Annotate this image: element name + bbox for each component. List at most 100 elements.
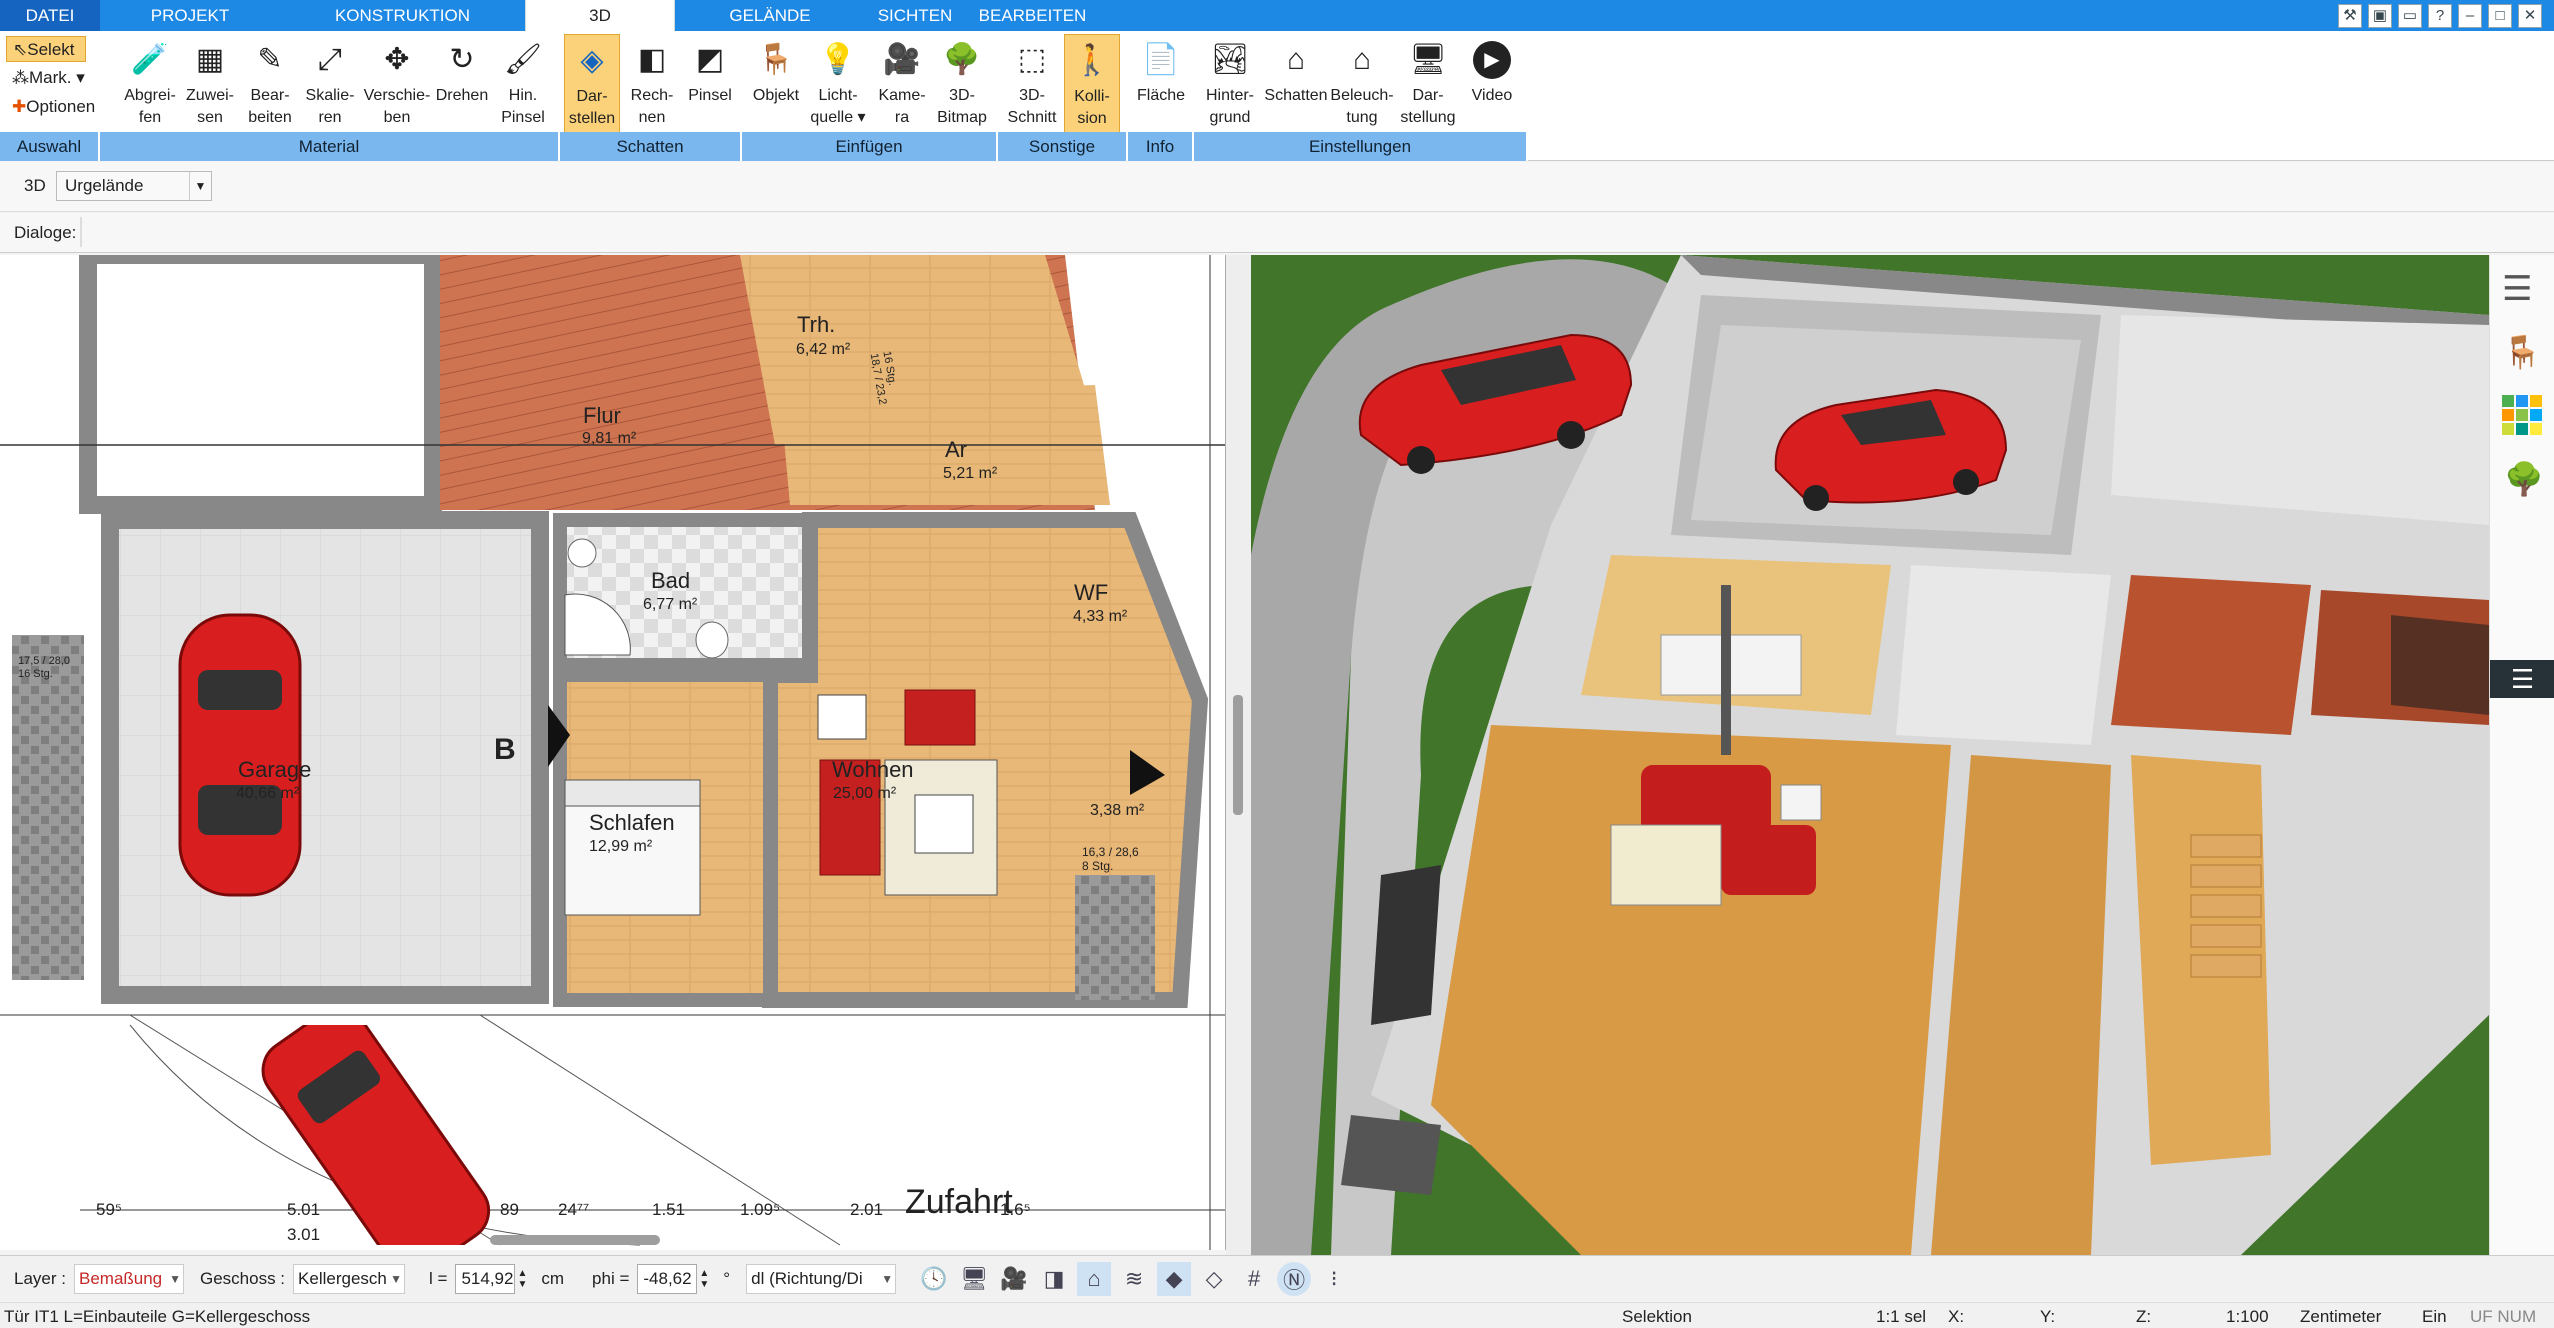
plant-icon[interactable]: 🌳: [2504, 460, 2544, 498]
lichtquelle-button[interactable]: 💡 Licht-quelle ▾: [808, 34, 868, 134]
skalieren-button[interactable]: ⤢ Skalie-ren: [300, 34, 360, 134]
room-name-ar: Ar: [945, 437, 967, 462]
zuweisen-button[interactable]: ▦ Zuwei-sen: [180, 34, 240, 134]
verschieben-button[interactable]: ✥ Verschie-ben: [362, 34, 432, 134]
objekt-button[interactable]: 🪑 Objekt: [746, 34, 806, 134]
group-caption-einstellungen: Einstellungen: [1194, 132, 1528, 161]
terrain-icon[interactable]: ◇: [1197, 1262, 1231, 1296]
room-name-garage: Garage: [238, 757, 312, 782]
group-einstellungen: 🏞 Hinter-grund ⌂ Schatten ⌂ Beleuch-tung 🖥 D…: [1194, 31, 1528, 161]
tab-konstruktion[interactable]: KONSTRUKTION: [280, 0, 525, 31]
chevron-down-icon: ▼: [169, 1271, 181, 1286]
dim-6: 1.09⁵: [740, 1200, 781, 1219]
tab-sichten[interactable]: SICHTEN: [865, 0, 965, 31]
maximize-icon[interactable]: □: [2488, 3, 2512, 28]
kamera-button[interactable]: 🎥 Kame-ra: [872, 34, 932, 134]
video-button[interactable]: ▶ Video: [1462, 34, 1522, 134]
phi-stepper-icon[interactable]: ▲ ▼: [699, 1268, 709, 1290]
selekt-button[interactable]: ⇖Selekt: [6, 36, 86, 62]
plane-icon[interactable]: ◆: [1157, 1261, 1192, 1296]
group-auswahl: ⇖Selekt ⁂Mark. ▾ ✚Optionen Auswahl: [0, 31, 100, 161]
layers-icon[interactable]: ☰: [2502, 269, 2532, 309]
view-splitter[interactable]: [1226, 255, 1251, 1255]
mark-button[interactable]: ⁂Mark. ▾: [6, 65, 91, 91]
tab-projekt[interactable]: PROJEKT: [100, 0, 280, 31]
room-name-flur: Flur: [583, 403, 621, 428]
chair-icon[interactable]: 🪑: [2502, 333, 2542, 371]
divider: [80, 217, 82, 247]
l-input[interactable]: 514,92: [455, 1263, 516, 1294]
optionen-button[interactable]: ✚Optionen: [6, 94, 101, 120]
tab-3d[interactable]: 3D: [525, 0, 675, 31]
cursor-icon: ⇖: [13, 40, 28, 59]
l-stepper-icon[interactable]: ▲ ▼: [517, 1268, 527, 1290]
monitor-icon[interactable]: 🖥: [957, 1262, 991, 1296]
room-area-schlafen: 12,99 m²: [589, 838, 653, 855]
window-icon[interactable]: ▭: [2398, 3, 2422, 28]
materials-icon[interactable]: [2502, 395, 2542, 435]
bearbeiten-button[interactable]: ✎ Bear-beiten: [240, 34, 300, 134]
chevron-down-icon: ▼: [390, 1271, 403, 1286]
group-caption-schatten: Schatten: [560, 132, 742, 161]
rechnen-button[interactable]: ◧ Rech-nen: [622, 34, 682, 134]
bottom-toolbar: Layer : Bemaßung ▼ Geschoss : Kellergesch…: [0, 1255, 2554, 1301]
drehen-button[interactable]: ↻ Drehen: [432, 34, 492, 134]
roof-icon[interactable]: ⌂: [1077, 1261, 1112, 1296]
kollision-button[interactable]: 🚶 Kolli-sion: [1064, 34, 1120, 134]
floor-plan-view[interactable]: Flur 9,81 m² Trh. 6,42 m² Ar 5,21 m² Bad…: [0, 255, 1226, 1250]
tools-icon[interactable]: ⚒: [2338, 3, 2362, 28]
tab-datei[interactable]: DATEI: [0, 0, 100, 31]
dim-8: 1.6⁵: [1000, 1200, 1031, 1219]
schatten-settings-button[interactable]: ⌂ Schatten: [1264, 34, 1328, 134]
room-name-schlafen: Schlafen: [589, 810, 675, 835]
darstellung-button[interactable]: 🖥 Dar-stellung: [1396, 34, 1460, 134]
tab-bearbeiten[interactable]: BEARBEITEN: [965, 0, 1100, 31]
dialog-bar: Dialoge:: [0, 213, 2554, 253]
more-icon[interactable]: ⁝: [1317, 1262, 1351, 1296]
panel-menu-icon[interactable]: ☰: [2490, 660, 2554, 698]
abgreifen-button[interactable]: 🧪 Abgrei-fen: [120, 34, 180, 134]
status-ein: Ein: [2422, 1307, 2447, 1326]
l-label: l =: [429, 1268, 448, 1288]
3d-schnitt-button[interactable]: ⬚ 3D- Schnitt: [1002, 34, 1062, 134]
dl-dropdown[interactable]: dl (Richtung/Di ▼: [746, 1263, 897, 1294]
schatten-pinsel-button[interactable]: ◩ Pinsel: [680, 34, 740, 134]
splitter-handle[interactable]: [1233, 695, 1243, 815]
tab-gelaende[interactable]: GELÄNDE: [675, 0, 865, 31]
close-icon[interactable]: ✕: [2518, 3, 2542, 28]
minimize-icon[interactable]: –: [2458, 3, 2482, 28]
room-area-wf: 4,33 m²: [1073, 608, 1128, 625]
hin-pinsel-button[interactable]: 🖌 Hin. Pinsel: [493, 34, 553, 134]
layer-select[interactable]: Urgelände ▼: [56, 171, 212, 201]
clock-icon[interactable]: 🕓: [917, 1262, 951, 1296]
3d-view[interactable]: [1251, 255, 2489, 1255]
hintergrund-button[interactable]: 🏞 Hinter-grund: [1198, 34, 1262, 134]
beleuchtung-button[interactable]: ⌂ Beleuch-tung: [1330, 34, 1394, 134]
house-shadow-icon: ⌂: [1286, 43, 1306, 76]
camera-icon: 🎥: [883, 43, 921, 76]
mode-label: 3D: [24, 176, 46, 195]
restore-small-icon[interactable]: ▣: [2368, 3, 2392, 28]
status-mode: Selektion: [1622, 1307, 1692, 1326]
ribbon-tab-bar: DATEI PROJEKT KONSTRUKTION 3D GELÄNDE SI…: [0, 0, 2554, 31]
layer-dropdown[interactable]: Bemaßung ▼: [73, 1263, 184, 1294]
camera-tool-icon[interactable]: 🎥: [997, 1262, 1031, 1296]
group-caption-material: Material: [100, 132, 560, 161]
flaeche-button[interactable]: 📄 Fläche: [1131, 34, 1191, 134]
chair-icon: 🪑: [757, 43, 795, 76]
darstellen-button[interactable]: ◈ Dar-stellen: [564, 34, 620, 134]
layer-label: Layer :: [14, 1268, 66, 1288]
stair-right-label: 16,3 / 28,6 8 Stg.: [1082, 845, 1139, 873]
help-icon[interactable]: ?: [2428, 3, 2452, 28]
phi-input[interactable]: -48,62: [637, 1263, 698, 1294]
north-icon[interactable]: Ⓝ: [1277, 1261, 1312, 1296]
layers-tool-icon[interactable]: ≋: [1117, 1262, 1151, 1296]
phi-unit: °: [723, 1268, 731, 1288]
geschoss-dropdown[interactable]: Kellergesch ▼: [293, 1263, 406, 1294]
grid-icon[interactable]: #: [1237, 1262, 1271, 1296]
room-area-wohnen: 25,00 m²: [833, 785, 897, 802]
group-schatten: ◈ Dar-stellen ◧ Rech-nen ◩ Pinsel Schatten: [560, 31, 742, 161]
render-icon[interactable]: ◨: [1037, 1262, 1071, 1296]
geschoss-label: Geschoss :: [199, 1268, 286, 1288]
3d-bitmap-button[interactable]: 🌳 3D- Bitmap: [932, 34, 992, 134]
